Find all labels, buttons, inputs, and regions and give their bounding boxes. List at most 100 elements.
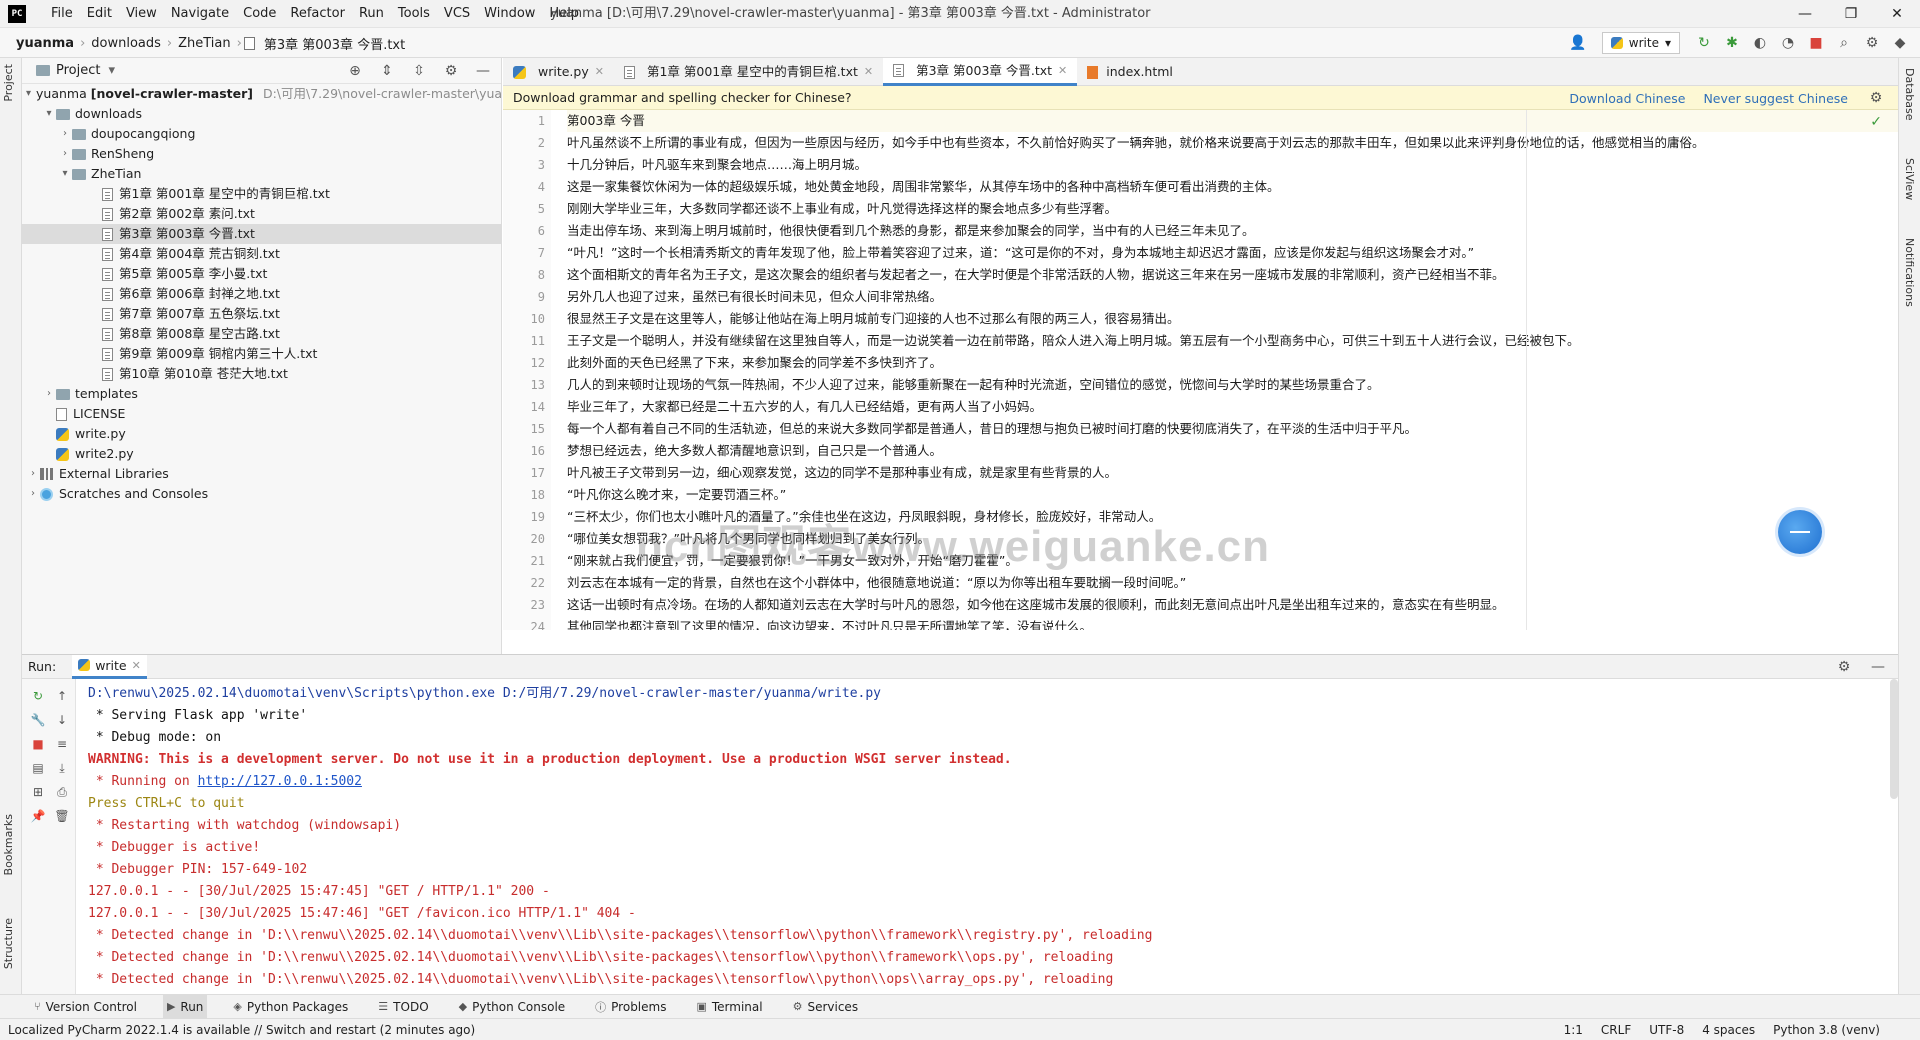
text-line[interactable]: “叶凡你这么晚才来，一定要罚酒三杯。” bbox=[567, 484, 1898, 506]
text-line[interactable]: 刚刚大学毕业三年，大多数同学都还谈不上事业有成，叶凡觉得选择这样的聚会地点多少有… bbox=[567, 198, 1898, 220]
text-line[interactable]: 王子文是一个聪明人，并没有继续留在这里独自等人，而是一边说笑着一边在前带路，陪众… bbox=[567, 330, 1898, 352]
text-line[interactable]: 刘云志在本城有一定的背景，自然也在这个小群体中，他很随意地说道：“原以为你等出租… bbox=[567, 572, 1898, 594]
toolwindow-problems[interactable]: ⓘ Problems bbox=[591, 995, 670, 1019]
menu-vcs[interactable]: VCS bbox=[437, 0, 477, 28]
chevron-down-icon[interactable]: ▾ bbox=[58, 164, 72, 184]
bookmarks-tool-tab[interactable]: Bookmarks bbox=[2, 814, 15, 875]
structure-tool-tab[interactable]: Structure bbox=[2, 918, 15, 969]
arrow-up-icon[interactable]: ↑ bbox=[53, 687, 71, 705]
toolwindow-todo[interactable]: ☰ TODO bbox=[374, 995, 432, 1019]
debug-icon[interactable]: ✱ bbox=[1722, 33, 1742, 53]
menu-view[interactable]: View bbox=[119, 0, 164, 28]
stop-icon[interactable]: ■ bbox=[29, 735, 47, 753]
tree-file[interactable]: 第1章 第001章 星空中的青铜巨棺.txt bbox=[22, 184, 501, 204]
toolwindow-services[interactable]: ⚙ Services bbox=[789, 995, 862, 1019]
breadcrumb-project[interactable]: yuanma bbox=[12, 36, 78, 51]
stop-icon[interactable]: ■ bbox=[1806, 33, 1826, 53]
tab-chapter-1[interactable]: 第1章 第001章 星空中的青铜巨棺.txt ✕ bbox=[614, 58, 883, 86]
gear-icon[interactable]: ⚙ bbox=[441, 61, 461, 81]
breadcrumb-file[interactable]: 第3章 第003章 今晋.txt bbox=[260, 34, 409, 53]
hide-icon[interactable]: — bbox=[473, 61, 493, 81]
profile-icon[interactable]: ◔ bbox=[1778, 33, 1798, 53]
pin-icon[interactable]: 📌 bbox=[29, 807, 47, 825]
text-line[interactable]: 毕业三年了，大家都已经是二十五六岁的人，有几人已经结婚，更有两人当了小妈妈。 bbox=[567, 396, 1898, 418]
console-output[interactable]: D:\renwu\2025.02.14\duomotai\venv\Script… bbox=[88, 683, 1888, 994]
close-icon[interactable]: ✕ bbox=[864, 58, 873, 86]
chevron-right-icon[interactable]: › bbox=[26, 484, 40, 504]
collapse-all-icon[interactable]: ⇳ bbox=[409, 61, 429, 81]
close-icon[interactable]: ✕ bbox=[132, 659, 141, 672]
scroll-to-end-icon[interactable]: ⤓ bbox=[53, 759, 71, 777]
locate-icon[interactable]: ⊕ bbox=[345, 61, 365, 81]
tree-file-license[interactable]: LICENSE bbox=[22, 404, 501, 424]
menu-code[interactable]: Code bbox=[236, 0, 283, 28]
text-line[interactable]: 这个面相斯文的青年名为王子文，是这次聚会的组织者与发起者之一，在大学时便是个非常… bbox=[567, 264, 1898, 286]
menu-window[interactable]: Window bbox=[477, 0, 542, 28]
tree-folder-downloads[interactable]: ▾ downloads bbox=[22, 104, 501, 124]
python-interpreter[interactable]: Python 3.8 (venv) bbox=[1773, 1023, 1880, 1037]
file-encoding[interactable]: UTF-8 bbox=[1649, 1023, 1684, 1037]
never-suggest-link[interactable]: Never suggest Chinese bbox=[1703, 91, 1848, 106]
restore-layout-icon[interactable]: ⊞ bbox=[29, 783, 47, 801]
status-message[interactable]: Localized PyCharm 2022.1.4 is available … bbox=[8, 1023, 1564, 1037]
rerun-icon[interactable]: ↻ bbox=[29, 687, 47, 705]
text-line[interactable]: 这是一家集餐饮休闲为一体的超级娱乐城，地处黄金地段，周围非常繁华，从其停车场中的… bbox=[567, 176, 1898, 198]
text-line[interactable]: 十几分钟后，叶凡驱车来到聚会地点……海上明月城。 bbox=[567, 154, 1898, 176]
arrow-down-icon[interactable]: ↓ bbox=[53, 711, 71, 729]
chevron-down-icon[interactable]: ▾ bbox=[108, 63, 115, 78]
coverage-icon[interactable]: ◐ bbox=[1750, 33, 1770, 53]
chevron-right-icon[interactable]: › bbox=[58, 124, 72, 144]
menu-navigate[interactable]: Navigate bbox=[164, 0, 236, 28]
text-line[interactable]: 这话一出顿时有点冷场。在场的人都知道刘云志在大学时与叶凡的恩怨，如今他在这座城市… bbox=[567, 594, 1898, 616]
tab-write-py[interactable]: write.py ✕ bbox=[503, 58, 614, 86]
tree-file[interactable]: 第5章 第005章 李小曼.txt bbox=[22, 264, 501, 284]
text-line[interactable]: 其他同学也都注意到了这里的情况，向这边望来，不过叶凡只是无所谓地笑了笑，没有说什… bbox=[567, 616, 1898, 630]
text-line[interactable]: 叶凡被王子文带到另一边，细心观察发觉，这边的同学不是那种事业有成，就是家里有些背… bbox=[567, 462, 1898, 484]
menu-file[interactable]: File bbox=[44, 0, 80, 28]
tree-file-selected[interactable]: 第3章 第003章 今晋.txt bbox=[22, 224, 501, 244]
download-chinese-link[interactable]: Download Chinese bbox=[1569, 91, 1685, 106]
tree-file[interactable]: 第9章 第009章 铜棺内第三十人.txt bbox=[22, 344, 501, 364]
restore-button[interactable]: ❐ bbox=[1828, 0, 1874, 28]
project-view-select[interactable]: Project bbox=[56, 63, 100, 78]
text-line[interactable]: 很显然王子文是在这里等人，能够让他站在海上明月城前专门迎接的人也不过那么有限的两… bbox=[567, 308, 1898, 330]
expand-all-icon[interactable]: ⇕ bbox=[377, 61, 397, 81]
tree-scratches[interactable]: › Scratches and Consoles bbox=[22, 484, 501, 504]
toolwindow-terminal[interactable]: ▣ Terminal bbox=[692, 995, 766, 1019]
hide-icon[interactable]: — bbox=[1868, 657, 1888, 677]
text-line[interactable]: 当走出停车场、来到海上明月城前时，他很快便看到几个熟悉的身影，都是来参加聚会的同… bbox=[567, 220, 1898, 242]
toolwindow-python-packages[interactable]: ◈ Python Packages bbox=[229, 995, 352, 1019]
tree-root[interactable]: ▾ yuanma [novel-crawler-master] D:\可用\7.… bbox=[22, 84, 501, 104]
tree-folder-zhetian[interactable]: ▾ ZheTian bbox=[22, 164, 501, 184]
tree-file[interactable]: 第7章 第007章 五色祭坛.txt bbox=[22, 304, 501, 324]
breadcrumb-zhetian[interactable]: ZheTian bbox=[174, 36, 235, 51]
tree-file-write-py[interactable]: write.py bbox=[22, 424, 501, 444]
tree-folder-templates[interactable]: › templates bbox=[22, 384, 501, 404]
tree-file-write2-py[interactable]: write2.py bbox=[22, 444, 501, 464]
menu-run[interactable]: Run bbox=[352, 0, 391, 28]
tab-index-html[interactable]: index.html bbox=[1077, 58, 1183, 86]
floating-assistant-button[interactable] bbox=[1778, 510, 1822, 554]
close-icon[interactable]: ✕ bbox=[1058, 57, 1067, 85]
text-line[interactable]: 每一个人都有着自己不同的生活轨迹，但总的来说大多数同学都是普通人，昔日的理想与抱… bbox=[567, 418, 1898, 440]
sciview-tool-tab[interactable]: SciView bbox=[1903, 158, 1916, 200]
run-tab-write[interactable]: write ✕ bbox=[72, 654, 147, 679]
chevron-right-icon[interactable]: › bbox=[42, 384, 56, 404]
toolwindow-version-control[interactable]: ⑂ Version Control bbox=[30, 995, 141, 1019]
tab-chapter-3[interactable]: 第3章 第003章 今晋.txt ✕ bbox=[883, 57, 1078, 86]
tree-folder-doupocangqiong[interactable]: › doupocangqiong bbox=[22, 124, 501, 144]
wrench-icon[interactable]: 🔧 bbox=[29, 711, 47, 729]
tree-file[interactable]: 第10章 第010章 苍茫大地.txt bbox=[22, 364, 501, 384]
print-icon[interactable]: ⎙ bbox=[53, 783, 71, 801]
trash-icon[interactable]: 🗑 bbox=[53, 807, 71, 825]
text-line[interactable]: 另外几人也迎了过来，虽然已有很长时间未见，但众人间非常热络。 bbox=[567, 286, 1898, 308]
text-line[interactable]: 第003章 今晋 bbox=[567, 110, 1898, 132]
text-line[interactable]: “叶凡！”这时一个长相清秀斯文的青年发现了他，脸上带着笑容迎了过来，道：“这可是… bbox=[567, 242, 1898, 264]
console-scrollbar[interactable] bbox=[1890, 679, 1898, 799]
tree-file[interactable]: 第8章 第008章 星空古路.txt bbox=[22, 324, 501, 344]
gear-icon[interactable]: ⚙ bbox=[1862, 33, 1882, 53]
toolwindow-run[interactable]: ▶ Run bbox=[162, 994, 208, 1019]
chevron-down-icon[interactable]: ▾ bbox=[26, 84, 31, 104]
project-tool-tab[interactable]: Project bbox=[2, 64, 15, 102]
menu-refactor[interactable]: Refactor bbox=[283, 0, 352, 28]
